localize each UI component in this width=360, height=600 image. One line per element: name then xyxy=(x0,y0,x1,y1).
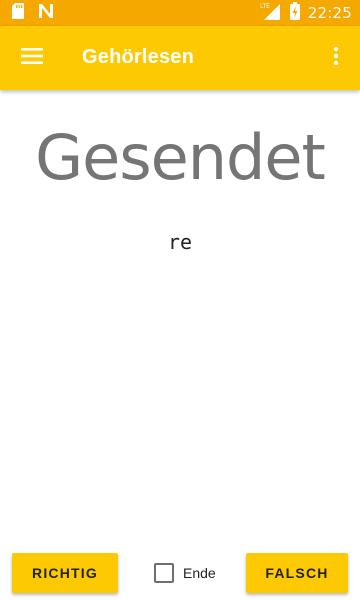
status-right-icons: LTE 22:25 xyxy=(260,1,352,25)
battery-icon xyxy=(289,1,300,25)
app-toolbar: Gehörlesen xyxy=(0,26,360,90)
correct-button[interactable]: RICHTIG xyxy=(12,553,118,593)
status-left-icons xyxy=(12,2,54,24)
menu-button[interactable] xyxy=(8,34,56,82)
hamburger-menu-icon xyxy=(21,47,43,69)
app-screen: LTE 22:25 Gehörlesen Gesendet re RICHTIG… xyxy=(0,0,360,600)
app-n-icon xyxy=(38,3,54,24)
overflow-menu-button[interactable] xyxy=(316,34,356,82)
end-checkbox[interactable] xyxy=(154,563,174,583)
signal-icon: LTE xyxy=(260,2,282,25)
more-vertical-icon xyxy=(333,46,339,71)
sd-card-icon xyxy=(12,2,24,24)
page-title: Gehörlesen xyxy=(82,46,195,68)
current-word: Gesendet xyxy=(35,121,326,194)
end-checkbox-label: Ende xyxy=(183,565,216,581)
network-type-label: LTE xyxy=(260,3,270,10)
morse-text: re xyxy=(167,230,193,254)
end-checkbox-control[interactable]: Ende xyxy=(154,562,216,584)
status-bar: LTE 22:25 xyxy=(0,0,360,26)
status-time: 22:25 xyxy=(307,4,352,22)
wrong-button[interactable]: FALSCH xyxy=(246,553,348,593)
